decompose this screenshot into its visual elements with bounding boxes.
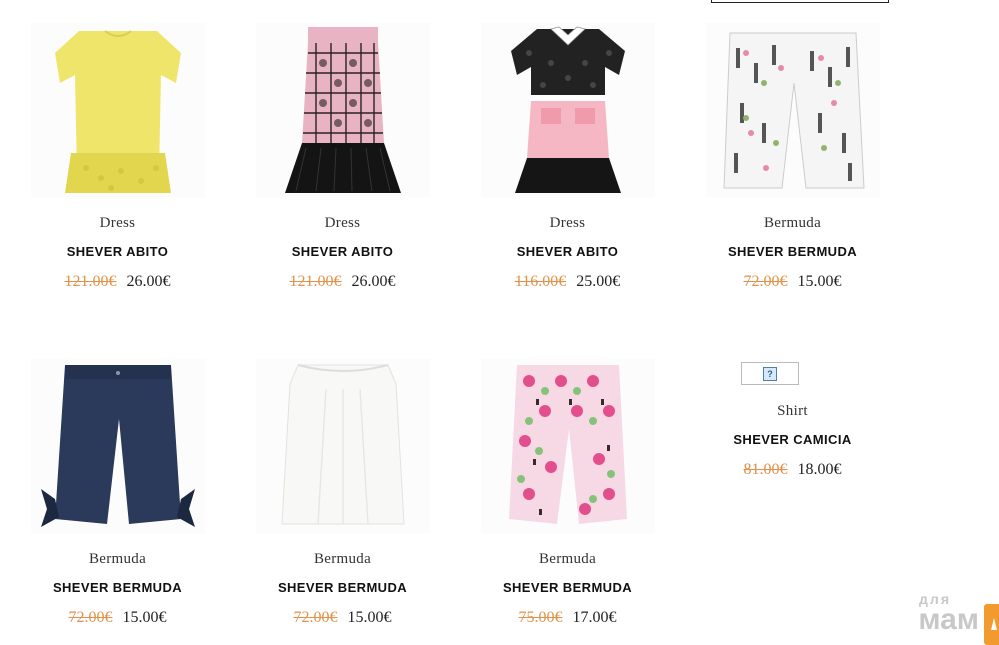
product-category: Bermuda (538, 551, 597, 567)
broken-image-icon[interactable]: ? (741, 362, 799, 385)
product-name[interactable]: SHEVER ABITO (5, 244, 230, 259)
site-watermark-logo: для мам (918, 593, 979, 636)
sale-price: 15.00€ (797, 273, 842, 290)
product-grid-page: Dress SHEVER ABITO 121.00€ 26.00€ Dress … (0, 0, 999, 645)
product-card[interactable]: Bermuda SHEVER BERMUDA 72.00€ 15.00€ (680, 23, 905, 291)
product-name[interactable]: SHEVER BERMUDA (5, 580, 230, 595)
product-card[interactable]: Dress SHEVER ABITO 121.00€ 26.00€ (230, 23, 455, 291)
scroll-to-top-button[interactable] (984, 604, 999, 645)
product-card[interactable]: ? Shirt SHEVER CAMICIA 81.00€ 18.00€ (680, 362, 905, 479)
sale-price: 26.00€ (351, 273, 396, 290)
product-name[interactable]: SHEVER BERMUDA (455, 580, 680, 595)
product-prices: 72.00€ 15.00€ (230, 609, 455, 627)
product-category: Bermuda (763, 215, 822, 231)
old-price: 72.00€ (293, 609, 338, 626)
product-category: Dress (324, 215, 361, 231)
product-prices: 121.00€ 26.00€ (230, 273, 455, 291)
product-prices: 116.00€ 25.00€ (455, 273, 680, 291)
product-card[interactable]: Bermuda SHEVER BERMUDA 75.00€ 17.00€ (455, 359, 680, 627)
product-name[interactable]: SHEVER BERMUDA (230, 580, 455, 595)
old-price: 75.00€ (518, 609, 563, 626)
product-card[interactable]: Dress SHEVER ABITO 116.00€ 25.00€ (455, 23, 680, 291)
product-card[interactable]: Dress SHEVER ABITO 121.00€ 26.00€ (5, 23, 230, 291)
sale-price: 15.00€ (122, 609, 167, 626)
product-card[interactable]: Bermuda SHEVER BERMUDA 72.00€ 15.00€ (5, 359, 230, 627)
product-image[interactable] (480, 359, 655, 533)
old-price: 72.00€ (743, 273, 788, 290)
watermark-big-text: мам (918, 603, 979, 636)
product-card[interactable]: Bermuda SHEVER BERMUDA 72.00€ 15.00€ (230, 359, 455, 627)
sale-price: 17.00€ (572, 609, 617, 626)
product-image[interactable] (30, 23, 205, 197)
product-image[interactable] (255, 359, 430, 533)
old-price: 116.00€ (514, 273, 567, 290)
product-prices: 72.00€ 15.00€ (680, 273, 905, 291)
sale-price: 25.00€ (576, 273, 621, 290)
product-image[interactable] (480, 23, 655, 197)
product-prices: 81.00€ 18.00€ (680, 461, 905, 479)
sale-price: 18.00€ (797, 461, 842, 478)
top-divider (711, 0, 889, 3)
old-price: 121.00€ (64, 273, 117, 290)
old-price: 81.00€ (743, 461, 788, 478)
product-prices: 75.00€ 17.00€ (455, 609, 680, 627)
product-category: Bermuda (313, 551, 372, 567)
product-name[interactable]: SHEVER CAMICIA (680, 432, 905, 447)
product-category: Shirt (777, 403, 808, 419)
product-image[interactable] (705, 23, 880, 197)
product-prices: 72.00€ 15.00€ (5, 609, 230, 627)
product-image[interactable] (255, 23, 430, 197)
product-name[interactable]: SHEVER BERMUDA (680, 244, 905, 259)
product-category: Dress (99, 215, 136, 231)
product-category: Dress (549, 215, 586, 231)
old-price: 72.00€ (68, 609, 113, 626)
product-prices: 121.00€ 26.00€ (5, 273, 230, 291)
product-name[interactable]: SHEVER ABITO (455, 244, 680, 259)
product-name[interactable]: SHEVER ABITO (230, 244, 455, 259)
sale-price: 15.00€ (347, 609, 392, 626)
product-image[interactable] (30, 359, 205, 533)
old-price: 121.00€ (289, 273, 342, 290)
sale-price: 26.00€ (126, 273, 171, 290)
product-category: Bermuda (88, 551, 147, 567)
